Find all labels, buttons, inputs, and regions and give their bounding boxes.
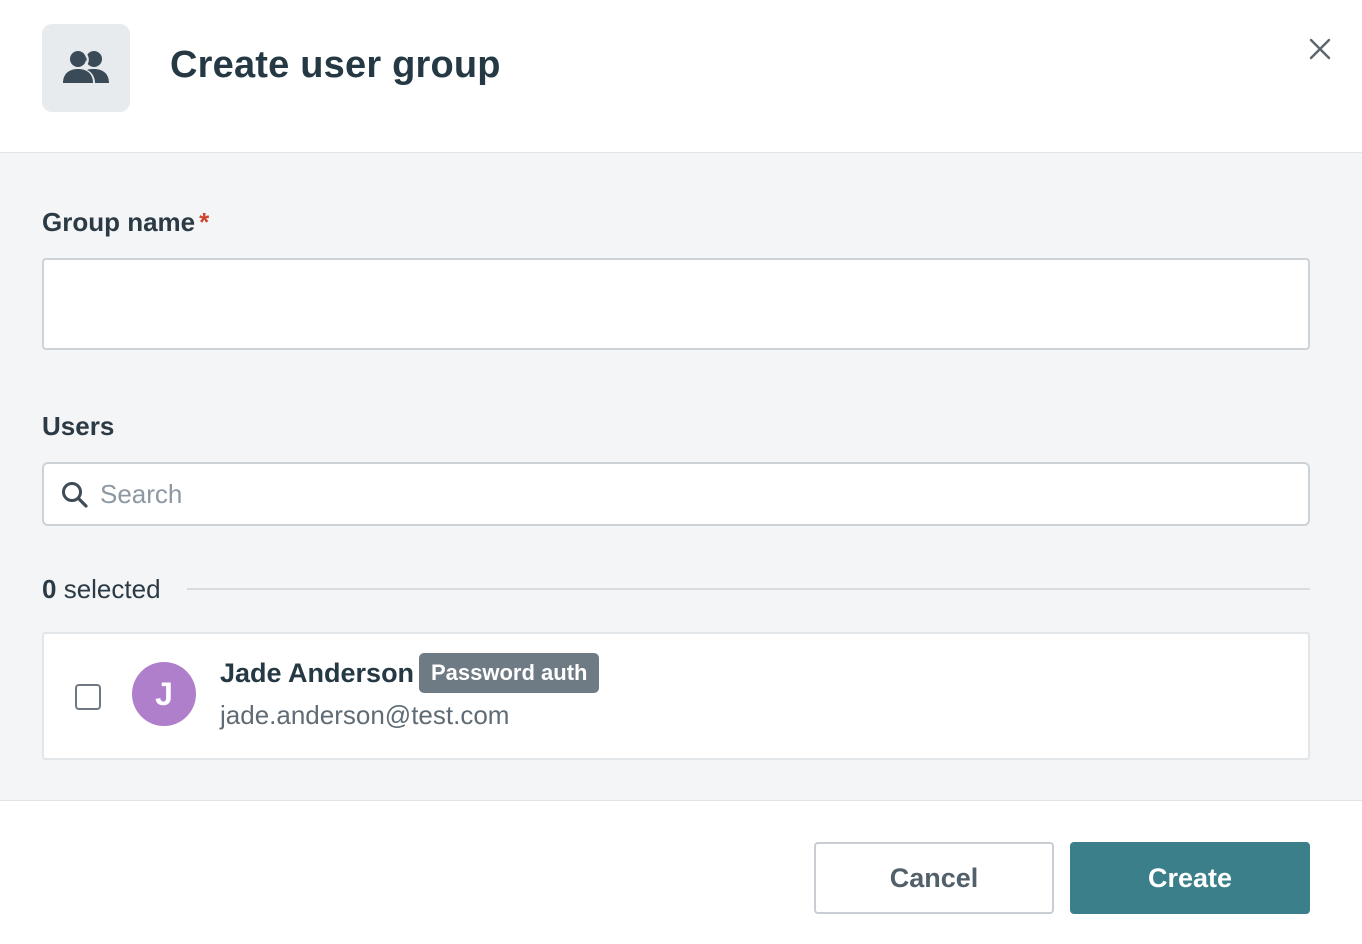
- avatar: J: [132, 662, 196, 726]
- selected-count: 0 selected: [42, 574, 161, 605]
- user-list-item[interactable]: J Jade Anderson Password auth jade.ander…: [42, 632, 1310, 760]
- create-user-group-dialog: Create user group Group name* Users 0 se…: [0, 0, 1362, 944]
- group-name-label: Group name *: [42, 207, 209, 238]
- divider: [186, 588, 1310, 590]
- dialog-body: Group name* Users 0 selected J Jade Ande…: [0, 153, 1362, 801]
- cancel-button[interactable]: Cancel: [814, 842, 1054, 914]
- users-icon: [42, 24, 130, 112]
- required-marker: *: [199, 207, 210, 237]
- search-icon: [62, 482, 88, 508]
- group-name-input[interactable]: [42, 258, 1310, 350]
- close-icon[interactable]: [1304, 33, 1336, 65]
- users-label: Users: [42, 411, 115, 441]
- create-button[interactable]: Create: [1070, 842, 1310, 914]
- selected-count-number: 0: [42, 573, 57, 604]
- selected-count-suffix: selected: [56, 573, 161, 604]
- user-checkbox[interactable]: [75, 684, 101, 710]
- user-name: Jade Anderson: [220, 658, 415, 688]
- user-email: jade.anderson@test.com: [220, 700, 510, 730]
- user-search-field[interactable]: [42, 462, 1310, 526]
- search-input[interactable]: [100, 464, 1300, 524]
- dialog-header: Create user group: [0, 0, 1362, 153]
- group-name-label-text: Group name: [42, 207, 196, 237]
- selected-count-row: 0 selected: [42, 571, 1310, 607]
- dialog-title: Create user group: [170, 44, 501, 86]
- auth-badge: Password auth: [419, 653, 600, 693]
